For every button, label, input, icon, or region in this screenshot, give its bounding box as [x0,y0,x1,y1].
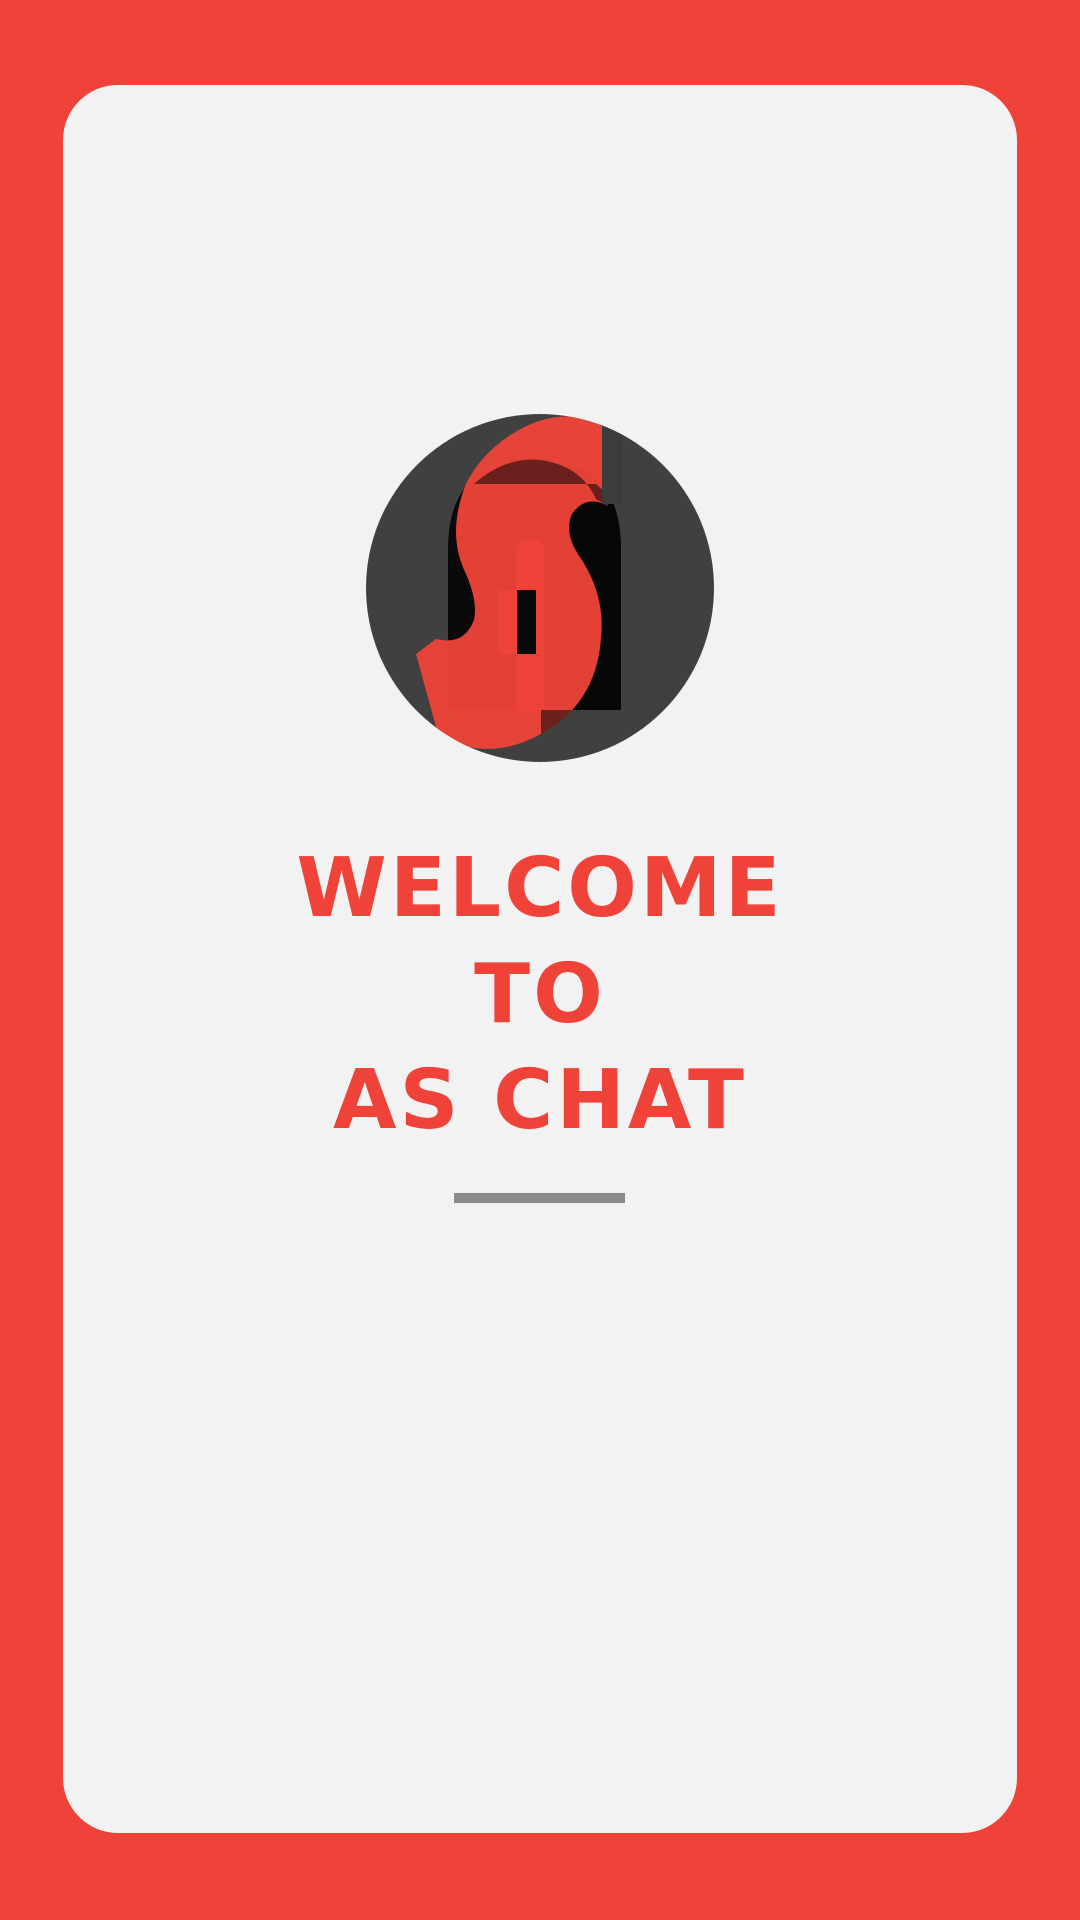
welcome-line-2: TO [474,947,606,1042]
welcome-line-3: AS CHAT [333,1053,747,1148]
welcome-line-1: WELCOME [296,841,784,936]
welcome-heading: WELCOME TO AS CHAT [0,836,1080,1154]
as-chat-logo-icon [366,414,714,762]
divider [454,1193,625,1203]
